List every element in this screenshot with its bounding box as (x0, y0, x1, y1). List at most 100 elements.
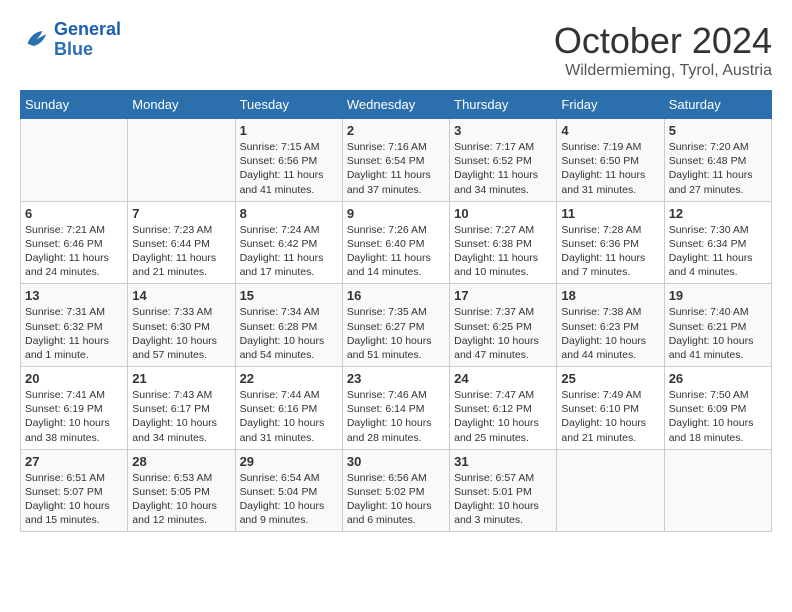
day-info: Sunrise: 7:50 AM Sunset: 6:09 PM Dayligh… (669, 388, 767, 445)
day-info: Sunrise: 6:56 AM Sunset: 5:02 PM Dayligh… (347, 471, 445, 528)
table-row (21, 119, 128, 202)
calendar-week-row: 27 Sunrise: 6:51 AM Sunset: 5:07 PM Dayli… (21, 449, 772, 532)
table-row: 4 Sunrise: 7:19 AM Sunset: 6:50 PM Daylig… (557, 119, 664, 202)
table-row: 27 Sunrise: 6:51 AM Sunset: 5:07 PM Dayli… (21, 449, 128, 532)
table-row: 13Sunrise: 7:31 AM Sunset: 6:32 PM Dayli… (21, 284, 128, 367)
day-number: 1 (240, 123, 338, 138)
day-number: 11 (561, 206, 659, 221)
day-info: Sunrise: 7:23 AM Sunset: 6:44 PM Dayligh… (132, 223, 230, 280)
day-info: Sunrise: 7:26 AM Sunset: 6:40 PM Dayligh… (347, 223, 445, 280)
location-subtitle: Wildermieming, Tyrol, Austria (554, 62, 772, 80)
table-row: 16 Sunrise: 7:35 AM Sunset: 6:27 PM Dayli… (342, 284, 449, 367)
table-row: 26 Sunrise: 7:50 AM Sunset: 6:09 PM Dayli… (664, 367, 771, 450)
day-number: 8 (240, 206, 338, 221)
table-row: 6Sunrise: 7:21 AM Sunset: 6:46 PM Daylig… (21, 201, 128, 284)
day-number: 14 (132, 288, 230, 303)
table-row: 21 Sunrise: 7:43 AM Sunset: 6:17 PM Dayli… (128, 367, 235, 450)
table-row: 22Sunrise: 7:44 AM Sunset: 6:16 PM Dayli… (235, 367, 342, 450)
table-row: 23 Sunrise: 7:46 AM Sunset: 6:14 PM Dayli… (342, 367, 449, 450)
day-info: Sunrise: 7:24 AM Sunset: 6:42 PM Dayligh… (240, 223, 338, 280)
day-number: 18 (561, 288, 659, 303)
day-number: 9 (347, 206, 445, 221)
day-info: Sunrise: 7:16 AM Sunset: 6:54 PM Dayligh… (347, 140, 445, 197)
table-row: 3Sunrise: 7:17 AM Sunset: 6:52 PM Daylig… (450, 119, 557, 202)
day-info: Sunrise: 7:49 AM Sunset: 6:10 PM Dayligh… (561, 388, 659, 445)
table-row: 19Sunrise: 7:40 AM Sunset: 6:21 PM Dayli… (664, 284, 771, 367)
table-row: 28 Sunrise: 6:53 AM Sunset: 5:05 PM Dayli… (128, 449, 235, 532)
table-row: 8 Sunrise: 7:24 AM Sunset: 6:42 PM Daylig… (235, 201, 342, 284)
day-info: Sunrise: 7:33 AM Sunset: 6:30 PM Dayligh… (132, 305, 230, 362)
day-info: Sunrise: 7:47 AM Sunset: 6:12 PM Dayligh… (454, 388, 552, 445)
day-number: 26 (669, 371, 767, 386)
table-row: 1 Sunrise: 7:15 AM Sunset: 6:56 PM Daylig… (235, 119, 342, 202)
day-info: Sunrise: 7:28 AM Sunset: 6:36 PM Dayligh… (561, 223, 659, 280)
table-row: 5Sunrise: 7:20 AM Sunset: 6:48 PM Daylig… (664, 119, 771, 202)
table-row (664, 449, 771, 532)
day-info: Sunrise: 7:35 AM Sunset: 6:27 PM Dayligh… (347, 305, 445, 362)
day-info: Sunrise: 7:19 AM Sunset: 6:50 PM Dayligh… (561, 140, 659, 197)
logo-icon (20, 25, 50, 55)
day-number: 15 (240, 288, 338, 303)
day-number: 22 (240, 371, 338, 386)
header-monday: Monday (128, 91, 235, 119)
table-row: 31 Sunrise: 6:57 AM Sunset: 5:01 PM Dayli… (450, 449, 557, 532)
day-info: Sunrise: 6:51 AM Sunset: 5:07 PM Dayligh… (25, 471, 123, 528)
day-number: 29 (240, 454, 338, 469)
day-info: Sunrise: 7:41 AM Sunset: 6:19 PM Dayligh… (25, 388, 123, 445)
day-number: 10 (454, 206, 552, 221)
day-number: 23 (347, 371, 445, 386)
title-area: October 2024 Wildermieming, Tyrol, Austr… (554, 20, 772, 80)
table-row: 9 Sunrise: 7:26 AM Sunset: 6:40 PM Daylig… (342, 201, 449, 284)
table-row: 15Sunrise: 7:34 AM Sunset: 6:28 PM Dayli… (235, 284, 342, 367)
table-row: 7 Sunrise: 7:23 AM Sunset: 6:44 PM Daylig… (128, 201, 235, 284)
day-number: 13 (25, 288, 123, 303)
day-info: Sunrise: 7:30 AM Sunset: 6:34 PM Dayligh… (669, 223, 767, 280)
day-number: 21 (132, 371, 230, 386)
header-thursday: Thursday (450, 91, 557, 119)
logo-text: General Blue (54, 20, 121, 60)
day-number: 31 (454, 454, 552, 469)
page-header: General Blue October 2024 Wildermieming,… (20, 20, 772, 80)
calendar-table: Sunday Monday Tuesday Wednesday Thursday… (20, 90, 772, 532)
day-info: Sunrise: 6:53 AM Sunset: 5:05 PM Dayligh… (132, 471, 230, 528)
day-info: Sunrise: 7:21 AM Sunset: 6:46 PM Dayligh… (25, 223, 123, 280)
table-row: 24 Sunrise: 7:47 AM Sunset: 6:12 PM Dayli… (450, 367, 557, 450)
day-number: 20 (25, 371, 123, 386)
day-number: 28 (132, 454, 230, 469)
day-info: Sunrise: 7:15 AM Sunset: 6:56 PM Dayligh… (240, 140, 338, 197)
day-info: Sunrise: 7:38 AM Sunset: 6:23 PM Dayligh… (561, 305, 659, 362)
day-number: 30 (347, 454, 445, 469)
table-row (128, 119, 235, 202)
day-number: 7 (132, 206, 230, 221)
day-number: 4 (561, 123, 659, 138)
day-number: 5 (669, 123, 767, 138)
day-info: Sunrise: 6:57 AM Sunset: 5:01 PM Dayligh… (454, 471, 552, 528)
day-info: Sunrise: 6:54 AM Sunset: 5:04 PM Dayligh… (240, 471, 338, 528)
header-friday: Friday (557, 91, 664, 119)
month-title: October 2024 (554, 20, 772, 62)
header-sunday: Sunday (21, 91, 128, 119)
calendar-header-row: Sunday Monday Tuesday Wednesday Thursday… (21, 91, 772, 119)
table-row: 25 Sunrise: 7:49 AM Sunset: 6:10 PM Dayli… (557, 367, 664, 450)
day-info: Sunrise: 7:37 AM Sunset: 6:25 PM Dayligh… (454, 305, 552, 362)
day-info: Sunrise: 7:46 AM Sunset: 6:14 PM Dayligh… (347, 388, 445, 445)
day-number: 17 (454, 288, 552, 303)
day-info: Sunrise: 7:27 AM Sunset: 6:38 PM Dayligh… (454, 223, 552, 280)
table-row: 10 Sunrise: 7:27 AM Sunset: 6:38 PM Dayli… (450, 201, 557, 284)
day-number: 16 (347, 288, 445, 303)
table-row: 18 Sunrise: 7:38 AM Sunset: 6:23 PM Dayli… (557, 284, 664, 367)
day-number: 24 (454, 371, 552, 386)
table-row: 12Sunrise: 7:30 AM Sunset: 6:34 PM Dayli… (664, 201, 771, 284)
logo: General Blue (20, 20, 121, 60)
day-number: 2 (347, 123, 445, 138)
calendar-week-row: 20 Sunrise: 7:41 AM Sunset: 6:19 PM Dayli… (21, 367, 772, 450)
table-row: 14 Sunrise: 7:33 AM Sunset: 6:30 PM Dayli… (128, 284, 235, 367)
header-tuesday: Tuesday (235, 91, 342, 119)
day-info: Sunrise: 7:43 AM Sunset: 6:17 PM Dayligh… (132, 388, 230, 445)
table-row (557, 449, 664, 532)
table-row: 20 Sunrise: 7:41 AM Sunset: 6:19 PM Dayli… (21, 367, 128, 450)
day-number: 25 (561, 371, 659, 386)
day-number: 27 (25, 454, 123, 469)
day-info: Sunrise: 7:17 AM Sunset: 6:52 PM Dayligh… (454, 140, 552, 197)
calendar-week-row: 1 Sunrise: 7:15 AM Sunset: 6:56 PM Daylig… (21, 119, 772, 202)
